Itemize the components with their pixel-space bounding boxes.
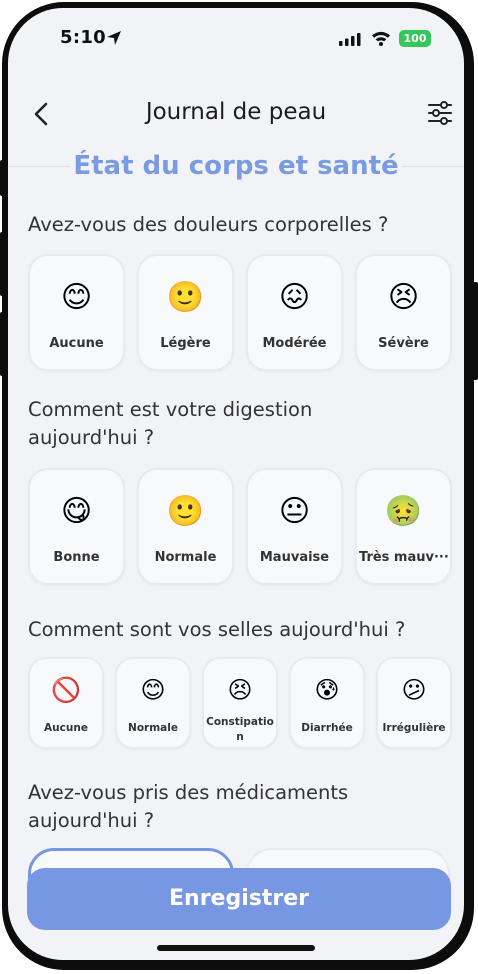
confused-face-icon: 😕 [401, 676, 427, 704]
option-stool-normale[interactable]: 😊 Normale [115, 657, 191, 749]
volume-down-button [0, 312, 5, 376]
smiling-face-icon: 😊 [60, 280, 93, 315]
power-button [473, 282, 478, 380]
slightly-smiling-face-icon: 🙂 [166, 494, 205, 529]
persevering-face-icon: 😣 [227, 676, 253, 704]
sliders-icon[interactable] [427, 100, 453, 126]
option-digestion-bonne[interactable]: 😋 Bonne [28, 468, 125, 585]
option-pain-aucune[interactable]: 😊 Aucune [28, 254, 125, 371]
status-bar: 5:10 100 [8, 8, 464, 68]
question-stool: Comment sont vos selles aujourd'hui ? [28, 618, 406, 641]
option-stool-aucune[interactable]: 🚫 Aucune [28, 657, 104, 749]
option-digestion-normale[interactable]: 🙂 Normale [137, 468, 234, 585]
prohibited-icon: 🚫 [51, 676, 81, 704]
cellular-signal-icon [339, 33, 361, 46]
wifi-icon [372, 31, 390, 46]
option-label: Mauvaise [259, 550, 330, 565]
question-body-pain: Avez-vous des douleurs corporelles ? [28, 213, 389, 236]
battery-indicator: 100 [399, 30, 431, 47]
silent-switch [0, 160, 5, 196]
option-label: Légère [160, 336, 211, 351]
option-stool-constipation[interactable]: 😣 Constipation [202, 657, 278, 749]
anxious-sweat-face-icon: 😰 [314, 676, 340, 704]
option-label: Très mauv··· [359, 550, 448, 565]
option-label: Aucune [49, 336, 104, 351]
question-medication: Avez-vous pris des médicaments aujourd'h… [28, 781, 349, 832]
save-button[interactable]: Enregistrer [27, 868, 451, 930]
smiling-face-icon: 😊 [140, 676, 166, 704]
option-digestion-tres-mauvaise[interactable]: 🤢 Très mauv··· [355, 468, 452, 585]
yum-face-icon: 😋 [60, 494, 93, 529]
status-time: 5:10 [60, 27, 106, 48]
location-arrow-icon [107, 31, 121, 45]
persevering-face-icon: 😣 [387, 280, 420, 315]
option-pain-legere[interactable]: 🙂 Légère [137, 254, 234, 371]
app-screen: 5:10 100 Journal de peau État du corps e… [8, 8, 464, 960]
option-stool-diarrhee[interactable]: 😰 Diarrhée [289, 657, 365, 749]
page-title: Journal de peau [145, 99, 327, 125]
nauseated-face-icon: 🤢 [384, 494, 423, 529]
option-label: Modérée [262, 336, 327, 351]
option-pain-severe[interactable]: 😣 Sévère [355, 254, 452, 371]
slightly-smiling-face-icon: 🙂 [166, 280, 205, 315]
option-label: Irrégulière [382, 722, 446, 734]
option-digestion-mauvaise[interactable]: 😐 Mauvaise [246, 468, 343, 585]
option-label: Aucune [44, 722, 88, 734]
option-label: Normale [154, 550, 217, 565]
option-label: Diarrhée [301, 722, 353, 734]
section-title: État du corps et santé [73, 151, 399, 181]
option-pain-moderee[interactable]: 😖 Modérée [246, 254, 343, 371]
question-digestion: Comment est votre digestion aujourd'hui … [28, 398, 313, 449]
option-label: Constipation [206, 716, 274, 743]
option-label: Bonne [53, 550, 100, 565]
option-label: Normale [128, 722, 178, 734]
option-label: Sévère [378, 336, 429, 351]
confounded-face-icon: 😖 [278, 280, 311, 315]
neutral-face-icon: 😐 [278, 494, 311, 529]
home-indicator [157, 945, 315, 951]
volume-up-button [0, 232, 5, 296]
option-stool-irreguliere[interactable]: 😕 Irrégulière [376, 657, 452, 749]
